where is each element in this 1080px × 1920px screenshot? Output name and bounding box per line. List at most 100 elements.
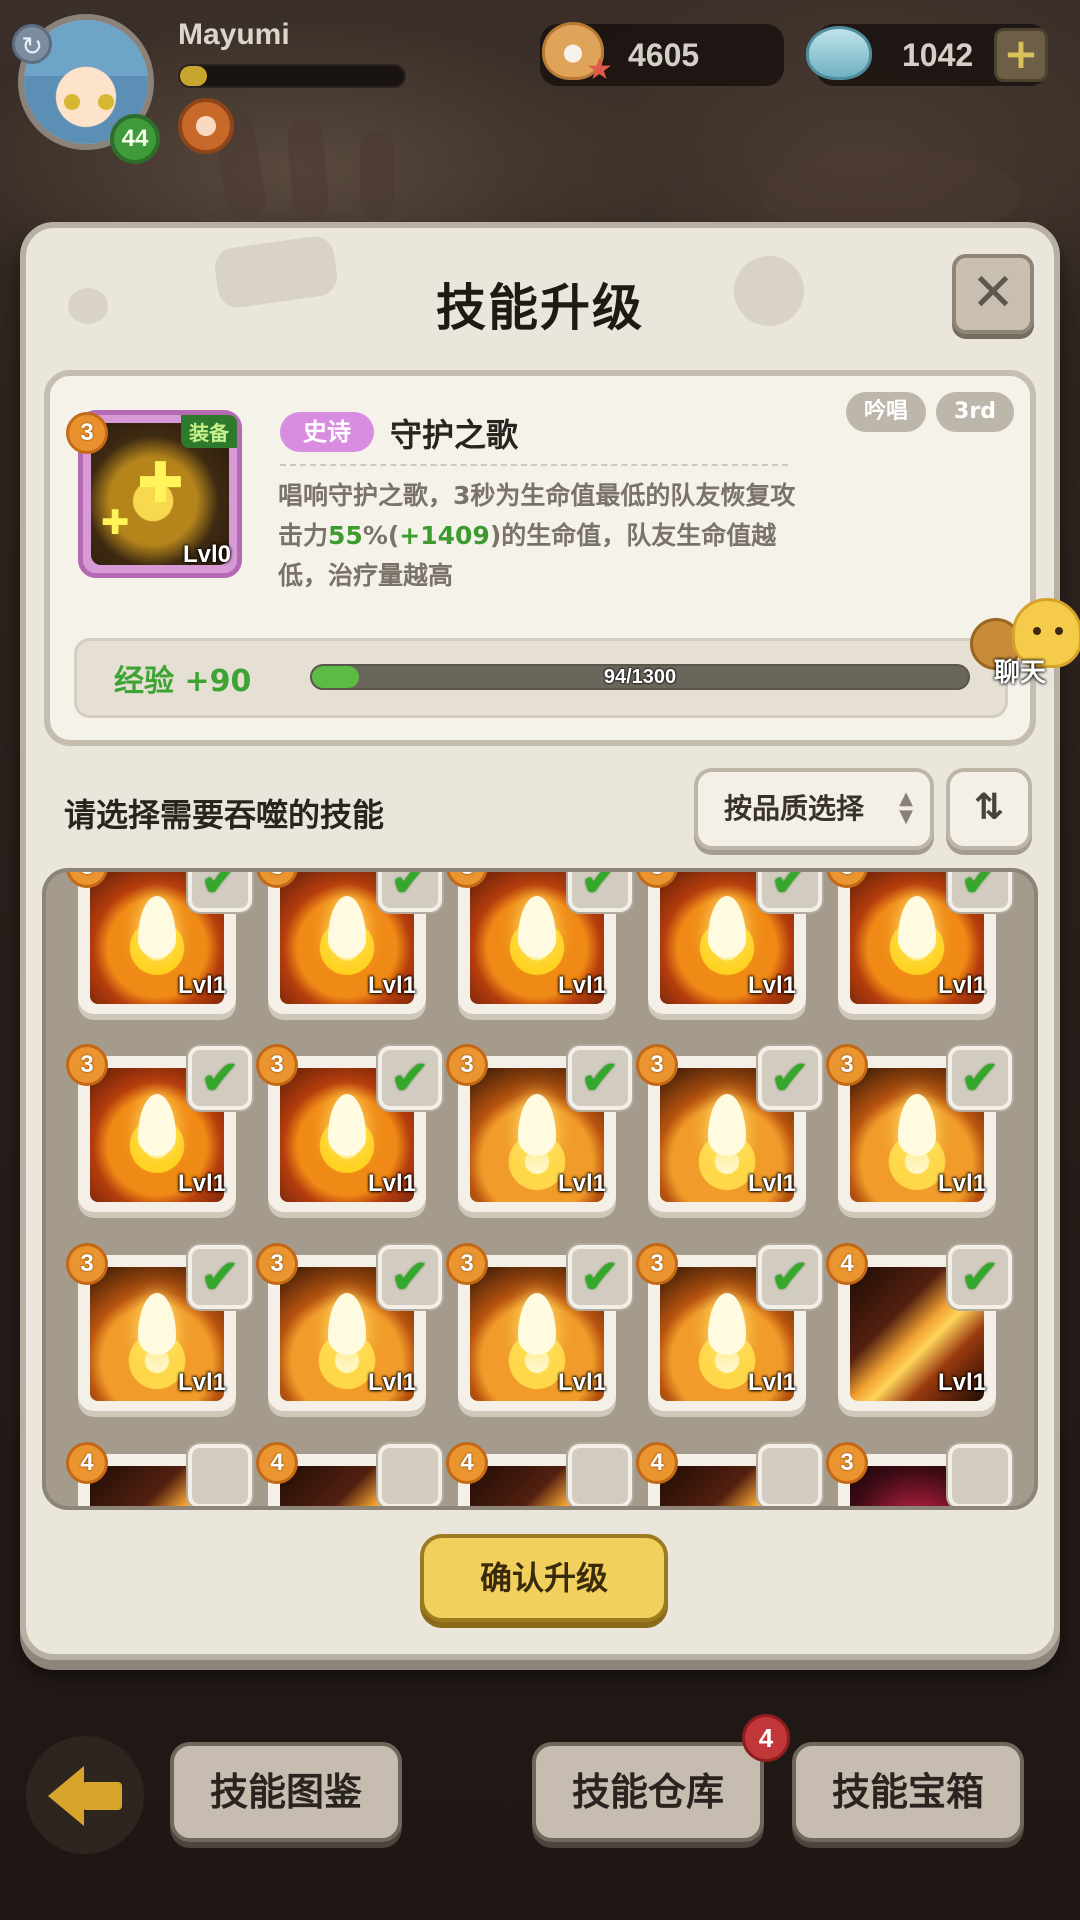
skill-grid-cell[interactable]: Lvl1✔3: [256, 872, 442, 1014]
skill-grid-cell[interactable]: Lvl1✔3: [256, 1044, 442, 1212]
back-button[interactable]: [26, 1736, 144, 1854]
skill-grid-cell[interactable]: Lvl1✔3: [66, 1044, 252, 1212]
confirm-upgrade-button[interactable]: 确认升级: [420, 1534, 668, 1622]
checkbox-checked[interactable]: ✔: [568, 868, 632, 912]
checkbox-checked[interactable]: ✔: [188, 868, 252, 912]
checkbox-empty[interactable]: [378, 1444, 442, 1506]
back-arrow-icon-tail: [82, 1782, 122, 1810]
check-icon: ✔: [959, 1249, 1001, 1305]
quality-select-dropdown[interactable]: 按品质选择 ▲ ▼: [694, 768, 934, 850]
checkbox-checked[interactable]: ✔: [758, 1245, 822, 1309]
skill-grid[interactable]: Lvl1✔3Lvl1✔3Lvl1✔3Lvl1✔3Lvl1✔3Lvl1✔3Lvl1…: [42, 868, 1038, 1510]
player-xp-fill: [180, 66, 207, 86]
check-icon: ✔: [199, 868, 241, 908]
skill-grid-cell[interactable]: Lvl1✔3: [636, 1243, 822, 1411]
healing-cross-icon: ✚: [137, 451, 184, 516]
checkbox-checked[interactable]: ✔: [758, 1046, 822, 1110]
back-arrow-icon: [48, 1766, 84, 1826]
skill-grid-cell[interactable]: Lvl14: [446, 1442, 632, 1506]
skill-warehouse-button[interactable]: 技能仓库: [532, 1742, 764, 1842]
equipped-tag: 装备: [181, 415, 237, 448]
checkbox-checked[interactable]: ✔: [948, 1245, 1012, 1309]
skill-grid-cell[interactable]: Lvl14: [66, 1442, 252, 1506]
skill-grid-cell[interactable]: Lvl1✔3: [826, 872, 1012, 1014]
currency-clam-value: 1042: [902, 37, 974, 73]
check-icon: ✔: [579, 868, 621, 908]
skill-grid-cell[interactable]: Lvl1✔3: [446, 1243, 632, 1411]
skill-grid-cell[interactable]: Lvl1✔3: [636, 872, 822, 1014]
skill-description-percent: 55: [328, 521, 363, 550]
skill-star-badge: 4: [446, 1442, 488, 1484]
background-fang: [360, 130, 394, 220]
checkbox-empty[interactable]: [758, 1444, 822, 1506]
skill-star-badge: 3: [66, 412, 108, 454]
checkbox-empty[interactable]: [568, 1444, 632, 1506]
sort-button[interactable]: ⇅: [946, 768, 1032, 850]
check-icon: ✔: [579, 1050, 621, 1106]
checkbox-checked[interactable]: ✔: [188, 1046, 252, 1110]
skill-star-badge: 3: [256, 1243, 298, 1285]
checkbox-checked[interactable]: ✔: [378, 1046, 442, 1110]
checkbox-checked[interactable]: ✔: [948, 868, 1012, 912]
skill-name: 守护之歌: [390, 416, 519, 454]
flame-icon: [328, 896, 366, 958]
skill-grid-cell[interactable]: Lvl1✔3: [66, 1243, 252, 1411]
check-icon: ✔: [959, 868, 1001, 908]
flame-icon: [708, 1293, 746, 1355]
skill-grid-cell[interactable]: Lvl1✔3: [66, 872, 252, 1014]
chat-button[interactable]: 聊天: [970, 598, 1080, 708]
skill-chest-button[interactable]: 技能宝箱: [792, 1742, 1024, 1842]
currency-pearl[interactable]: ★ 4605: [540, 22, 784, 87]
skill-cell-level: Lvl1: [367, 1170, 416, 1197]
checkbox-checked[interactable]: ✔: [378, 1245, 442, 1309]
skill-grid-cell[interactable]: Lvl1✔3: [826, 1044, 1012, 1212]
checkbox-checked[interactable]: ✔: [948, 1046, 1012, 1110]
skill-star-badge: 3: [446, 1044, 488, 1086]
close-button[interactable]: ✕: [952, 254, 1034, 334]
skill-codex-button[interactable]: 技能图鉴: [170, 1742, 402, 1842]
skill-description-percent-unit: %(: [362, 521, 400, 550]
skill-cell-level: Lvl1: [937, 972, 986, 999]
add-currency-button[interactable]: +: [994, 28, 1048, 82]
skill-grid-cell[interactable]: Lvl1 ✔ 4: [826, 1243, 1012, 1411]
panel-title: 技能升级: [436, 279, 644, 337]
checkbox-empty[interactable]: [188, 1444, 252, 1506]
checkbox-checked[interactable]: ✔: [568, 1245, 632, 1309]
checkbox-checked[interactable]: ✔: [568, 1046, 632, 1110]
close-icon: ✕: [971, 263, 1015, 323]
checkbox-checked[interactable]: ✔: [758, 872, 822, 912]
flame-icon: [138, 1094, 176, 1156]
skill-grid-cell[interactable]: Lvl1✔3: [446, 1044, 632, 1212]
checkbox-checked[interactable]: ✔: [378, 872, 442, 912]
skill-grid-cell[interactable]: Lvl14: [256, 1442, 442, 1506]
skill-grid-cell[interactable]: Lvl14: [636, 1442, 822, 1506]
check-icon: ✔: [769, 1050, 811, 1106]
skill-star-badge: 4: [256, 1442, 298, 1484]
updown-arrows-icon: ▲ ▼: [899, 788, 913, 827]
skill-tag-slot: 3rd: [936, 392, 1014, 432]
checkbox-empty[interactable]: [948, 1444, 1012, 1506]
guild-icon[interactable]: [178, 98, 234, 154]
skill-grid-cell[interactable]: Lvl13: [826, 1442, 1012, 1506]
exp-progress-text: 94/1300: [603, 666, 677, 688]
background-fang: [285, 118, 331, 222]
skill-grid-cell[interactable]: Lvl1 ✔ 3: [256, 1243, 442, 1411]
skill-star-badge: 3: [636, 1243, 678, 1285]
player-xp-bar: [178, 64, 406, 88]
skill-cell-level: Lvl1: [367, 1369, 416, 1396]
skill-grid-cell[interactable]: Lvl1✔3: [636, 1044, 822, 1212]
checkbox-checked[interactable]: ✔: [188, 1245, 252, 1309]
skill-grid-cell[interactable]: Lvl1✔3: [446, 872, 632, 1014]
skill-star-badge: 3: [826, 1442, 868, 1484]
skill-cell-level: Lvl1: [557, 972, 606, 999]
check-icon: ✔: [199, 1050, 241, 1106]
refresh-icon[interactable]: ↻: [12, 24, 52, 64]
healing-cross-icon: ✚: [101, 503, 130, 543]
flame-icon: [898, 896, 936, 958]
rarity-tag: 史诗: [280, 412, 374, 452]
check-icon: ✔: [959, 1050, 1001, 1106]
skill-cell-level: Lvl1: [937, 1369, 986, 1396]
flame-icon: [518, 896, 556, 958]
sort-icon: ⇅: [973, 787, 1005, 828]
flame-icon: [518, 1293, 556, 1355]
